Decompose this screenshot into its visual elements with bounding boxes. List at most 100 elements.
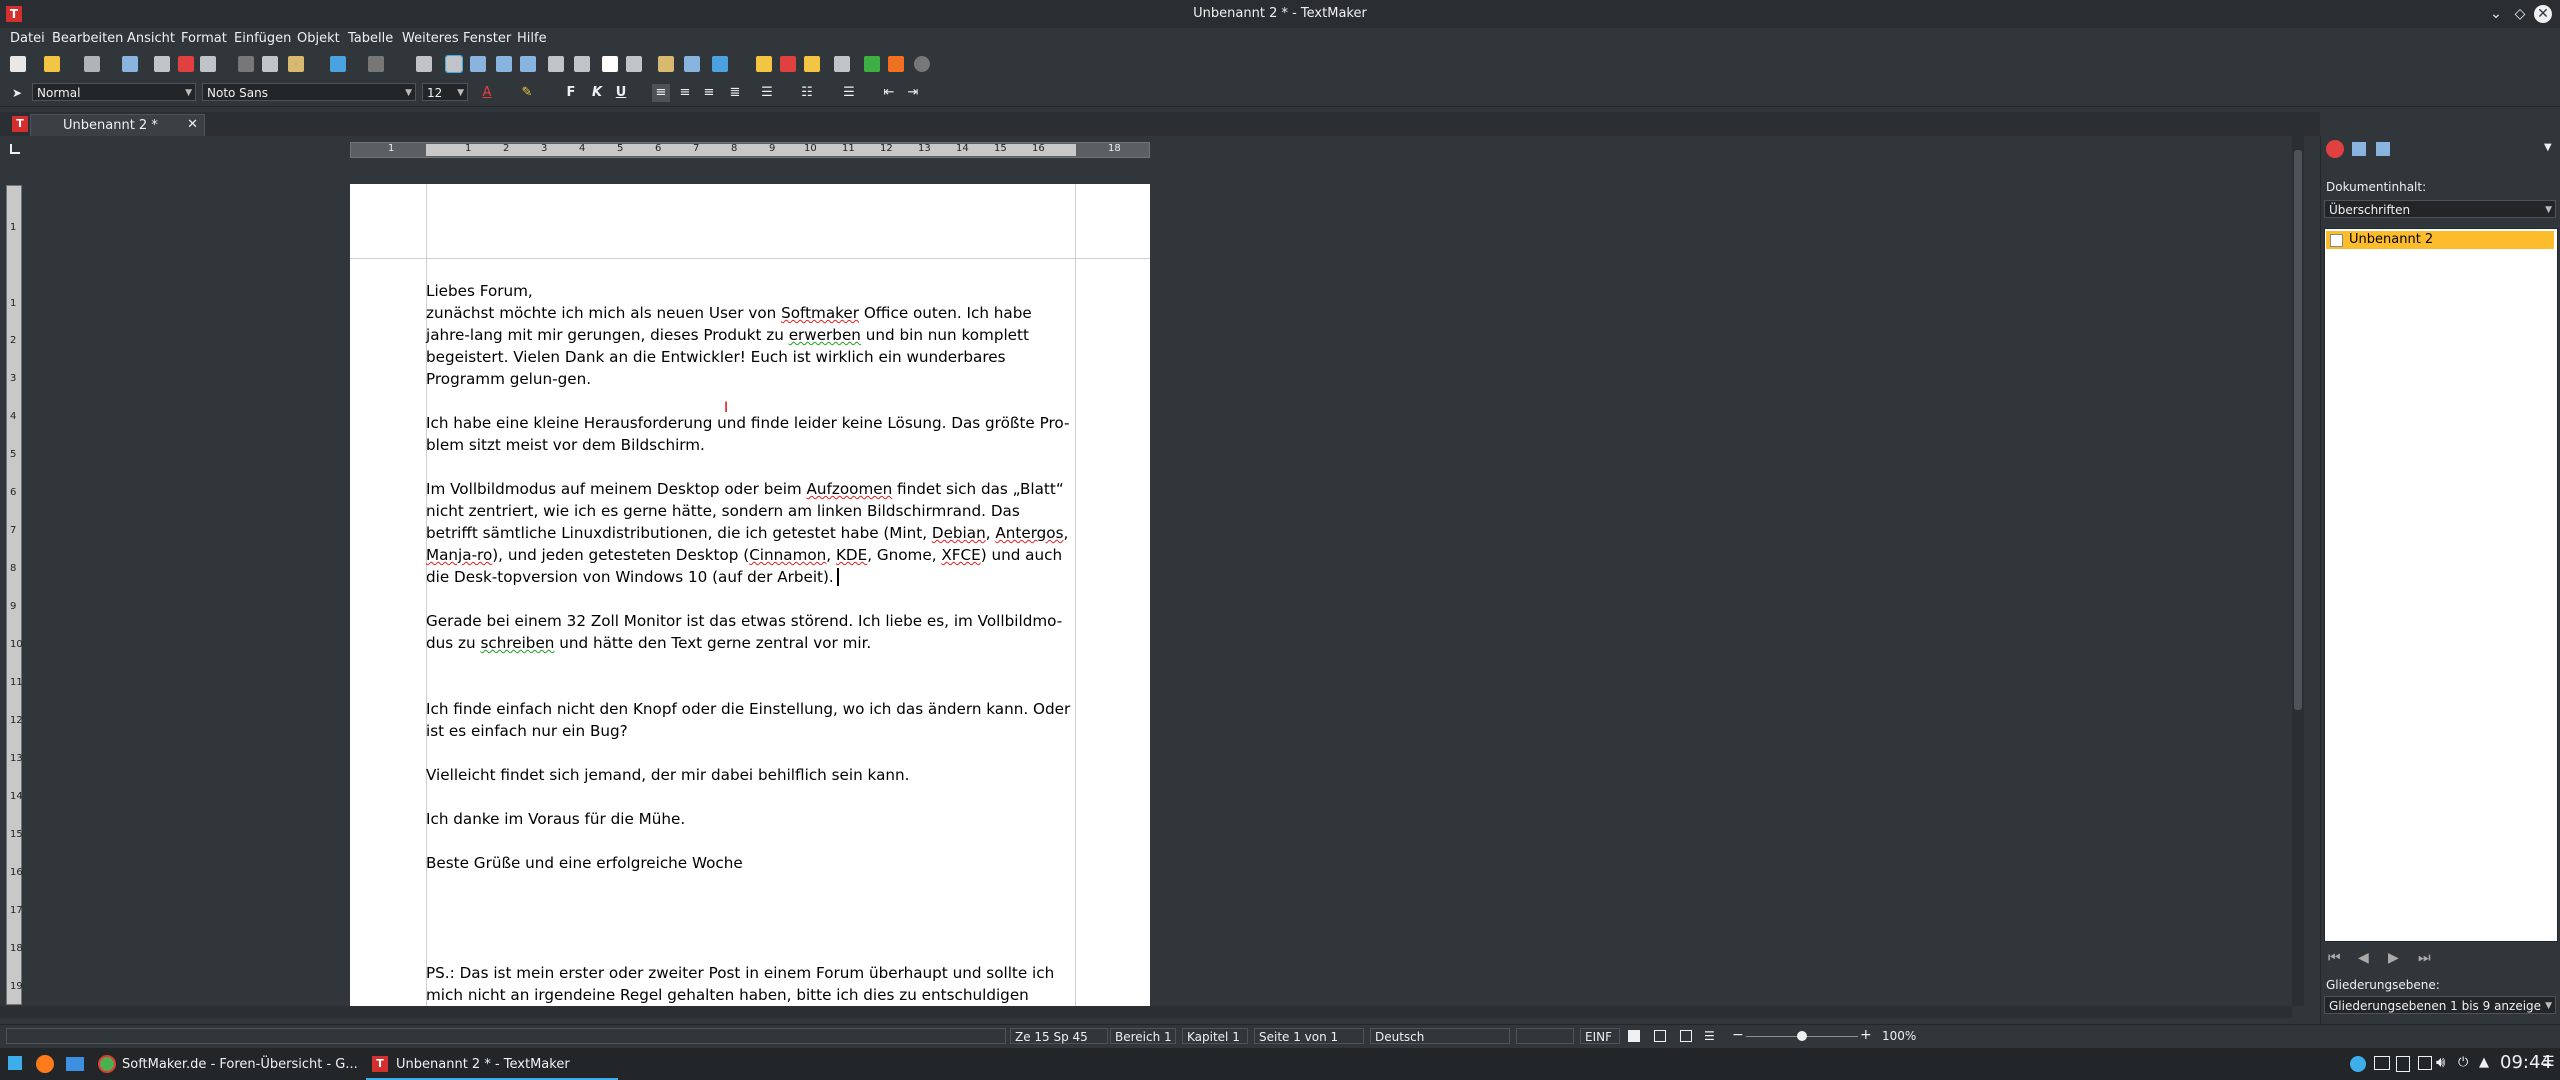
normal-view-icon[interactable] bbox=[445, 55, 463, 73]
zoom-percentage[interactable]: 100% bbox=[1882, 1029, 1916, 1043]
zoom-in-status-icon[interactable]: + bbox=[1860, 1027, 1872, 1043]
highlight-icon[interactable]: ✎ bbox=[518, 84, 536, 102]
menu-tabelle[interactable]: Tabelle bbox=[348, 31, 393, 46]
outline-list[interactable] bbox=[2324, 228, 2558, 942]
font-size-dropdown[interactable]: 12 ▼ bbox=[422, 83, 468, 101]
paste-icon[interactable] bbox=[288, 56, 304, 72]
document-info-icon[interactable] bbox=[2326, 140, 2344, 158]
zoom-out-status-icon[interactable]: − bbox=[1732, 1027, 1744, 1043]
normal-view-status-icon[interactable] bbox=[1628, 1030, 1640, 1042]
show-desktop-icon[interactable]: ☰ bbox=[2542, 1054, 2555, 1070]
taskbar-item-textmaker[interactable]: Unbenannt 2 * - TextMaker bbox=[396, 1052, 570, 1078]
font-color-icon[interactable]: A bbox=[478, 84, 496, 102]
sidebar-menu-icon[interactable]: ▼ bbox=[2544, 142, 2552, 153]
last-heading-icon[interactable]: ⏭ bbox=[2418, 950, 2431, 966]
numbering-icon[interactable]: ☷ bbox=[798, 84, 816, 102]
menu-ansicht[interactable]: Ansicht bbox=[127, 31, 175, 46]
chrome-icon[interactable] bbox=[98, 1055, 116, 1073]
tray-arrow-icon[interactable]: ▲ bbox=[2479, 1055, 2489, 1070]
outline-level-dropdown[interactable]: Gliederungsebenen 1 bis 9 anzeige ▼ bbox=[2324, 996, 2556, 1014]
open-icon[interactable] bbox=[44, 56, 60, 72]
outline-filter-dropdown[interactable]: Überschriften ▼ bbox=[2324, 200, 2556, 218]
zoom-in-icon[interactable] bbox=[548, 56, 564, 72]
chart-icon[interactable] bbox=[756, 56, 772, 72]
close-icon[interactable]: ✕ bbox=[2534, 5, 2552, 23]
next-heading-icon[interactable]: ▶ bbox=[2388, 950, 2399, 966]
first-heading-icon[interactable]: ⏮ bbox=[2328, 950, 2341, 966]
updater-tray-icon[interactable] bbox=[2350, 1056, 2366, 1072]
presentations-icon[interactable] bbox=[864, 56, 880, 72]
power-tray-icon[interactable]: ⏻ bbox=[2458, 1055, 2474, 1071]
format-panel-icon[interactable] bbox=[2376, 142, 2390, 156]
align-left-icon[interactable]: ≡ bbox=[652, 84, 670, 102]
outline-view-icon[interactable] bbox=[496, 56, 512, 72]
increase-indent-icon[interactable]: ⇥ bbox=[904, 84, 922, 102]
undo-icon[interactable] bbox=[330, 56, 346, 72]
open-recent-icon[interactable] bbox=[84, 56, 100, 72]
zoom-out-icon[interactable] bbox=[574, 56, 590, 72]
menu-format[interactable]: Format bbox=[181, 31, 227, 46]
vertical-scrollbar-thumb[interactable] bbox=[2294, 150, 2302, 710]
taskbar-item-browser[interactable]: SoftMaker.de - Foren-Übersicht - G... bbox=[122, 1052, 358, 1078]
page-view-status-icon[interactable] bbox=[1654, 1030, 1666, 1042]
insert-chart-icon[interactable] bbox=[804, 56, 820, 72]
previous-heading-icon[interactable]: ◀ bbox=[2358, 950, 2369, 966]
underline-button[interactable]: U bbox=[612, 84, 630, 102]
menu-einfuegen[interactable]: Einfügen bbox=[234, 31, 291, 46]
italic-button[interactable]: K bbox=[588, 84, 606, 102]
display-tray-icon[interactable] bbox=[2374, 1056, 2390, 1070]
volume-tray-icon[interactable]: 🔊︎ bbox=[2436, 1053, 2445, 1071]
page-view-icon[interactable] bbox=[470, 56, 486, 72]
document-body[interactable]: Liebes Forum, zunächst möchte ich mich a… bbox=[426, 280, 1076, 1028]
menu-weiteres[interactable]: Weiteres bbox=[402, 31, 459, 46]
bold-button[interactable]: F bbox=[562, 84, 580, 102]
justify-icon[interactable]: ≣ bbox=[726, 84, 744, 102]
horizontal-scrollbar[interactable] bbox=[0, 1006, 2292, 1018]
tab-close-icon[interactable]: ✕ bbox=[187, 117, 198, 132]
menu-objekt[interactable]: Objekt bbox=[297, 31, 340, 46]
file-manager-icon[interactable] bbox=[66, 1057, 84, 1071]
outline-checkbox[interactable] bbox=[2330, 234, 2343, 247]
text-frame-icon[interactable] bbox=[602, 56, 618, 72]
spellcheck-icon[interactable] bbox=[712, 56, 728, 72]
minimize-icon[interactable]: ⌄ bbox=[2486, 4, 2506, 24]
outline-item[interactable]: Unbenannt 2 bbox=[2326, 231, 2554, 249]
clipboard-tray-icon[interactable] bbox=[2396, 1056, 2410, 1072]
basicmaker-icon[interactable] bbox=[914, 56, 930, 72]
style-dropdown[interactable]: Normal ▼ bbox=[32, 83, 196, 101]
new-document-icon[interactable] bbox=[10, 56, 26, 72]
format-brush-icon[interactable] bbox=[658, 56, 674, 72]
picture-icon[interactable] bbox=[626, 56, 642, 72]
maximize-icon[interactable]: ◇ bbox=[2510, 4, 2530, 24]
master-view-status-icon[interactable] bbox=[1680, 1030, 1692, 1042]
cut-icon[interactable] bbox=[238, 56, 254, 72]
zoom-slider-knob[interactable] bbox=[1797, 1031, 1807, 1041]
menu-bearbeiten[interactable]: Bearbeiten bbox=[52, 31, 123, 46]
outline-list-icon[interactable]: ☰ bbox=[840, 84, 858, 102]
insert-object-icon[interactable] bbox=[684, 56, 700, 72]
status-language[interactable]: Deutsch bbox=[1370, 1028, 1510, 1044]
firefox-icon[interactable] bbox=[36, 1055, 54, 1073]
redo-icon[interactable] bbox=[368, 56, 384, 72]
copy-icon[interactable] bbox=[262, 56, 278, 72]
style-panel-icon[interactable] bbox=[2352, 142, 2366, 156]
print-preview-icon[interactable] bbox=[200, 56, 216, 72]
menu-fenster[interactable]: Fenster bbox=[463, 31, 511, 46]
save-icon[interactable] bbox=[122, 56, 138, 72]
planmaker-icon[interactable] bbox=[888, 56, 904, 72]
font-dropdown[interactable]: Noto Sans ▼ bbox=[202, 83, 416, 101]
outline-view-status-icon[interactable]: ☰ bbox=[1704, 1029, 1715, 1043]
tab-stop-selector-icon[interactable] bbox=[10, 144, 20, 154]
pointer-icon[interactable]: ➤ bbox=[12, 86, 22, 100]
print-icon[interactable] bbox=[154, 56, 170, 72]
network-tray-icon[interactable] bbox=[2418, 1056, 2432, 1070]
menu-hilfe[interactable]: Hilfe bbox=[517, 31, 547, 46]
insert-table-icon[interactable] bbox=[780, 56, 796, 72]
find-icon[interactable] bbox=[416, 56, 432, 72]
master-page-icon[interactable] bbox=[520, 56, 536, 72]
app-launcher-icon[interactable] bbox=[8, 1056, 22, 1070]
align-right-icon[interactable]: ≡ bbox=[700, 84, 718, 102]
bullets-icon[interactable]: ☰ bbox=[758, 84, 776, 102]
decrease-indent-icon[interactable]: ⇤ bbox=[880, 84, 898, 102]
align-center-icon[interactable]: ≡ bbox=[676, 84, 694, 102]
